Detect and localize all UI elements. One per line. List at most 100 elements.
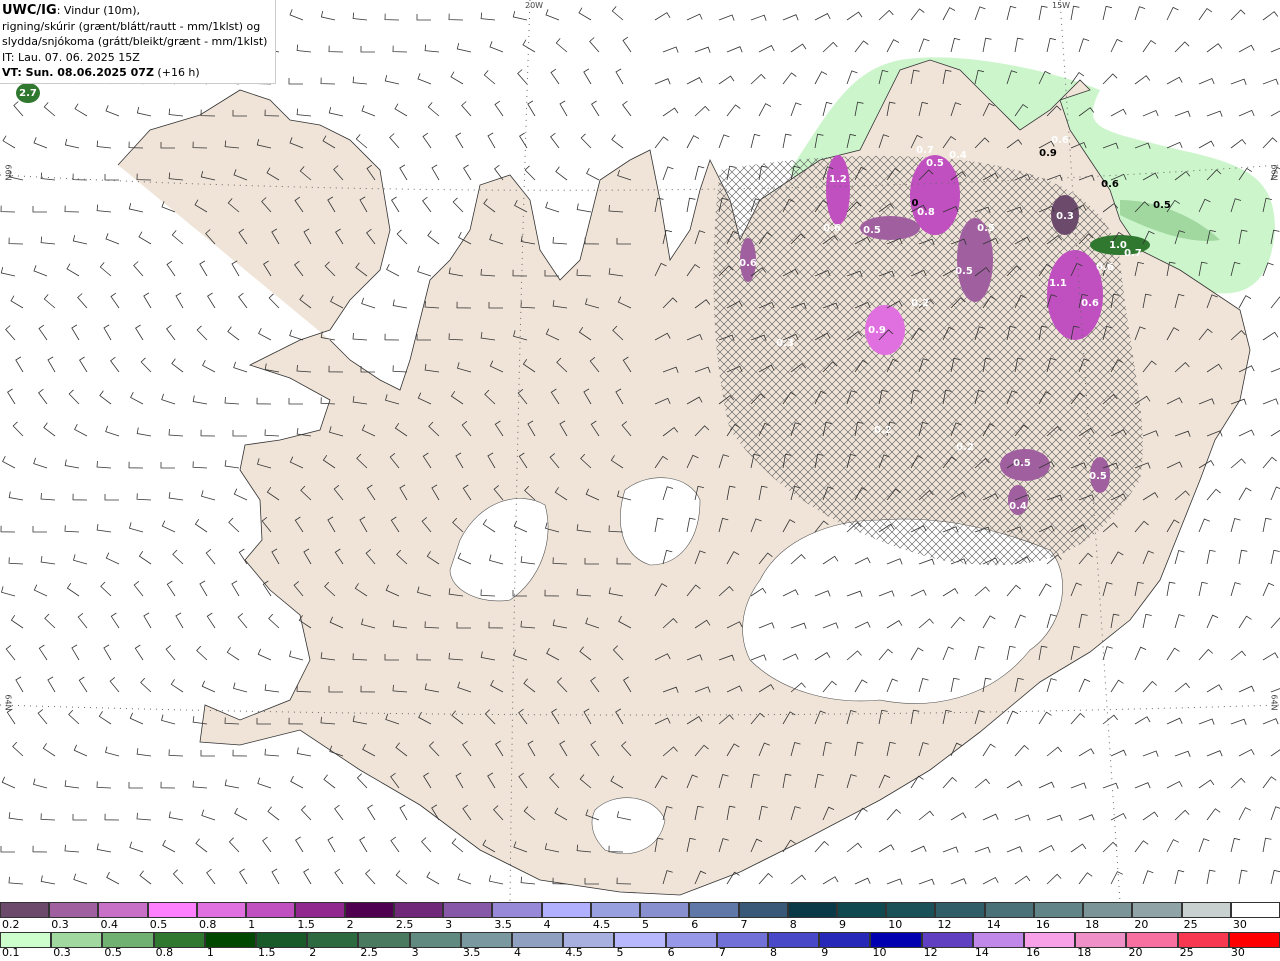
- wind-barb: [1270, 429, 1280, 437]
- wind-barb: [1198, 581, 1208, 597]
- wind-barb: [320, 77, 336, 85]
- wind-barb: [1014, 744, 1030, 757]
- wind-barb: [1078, 814, 1095, 821]
- wind-barb: [258, 328, 272, 341]
- wind-barb: [1198, 77, 1215, 85]
- wind-barb: [43, 102, 56, 117]
- legend-label: 4.5: [592, 918, 611, 931]
- wind-barb: [196, 325, 208, 341]
- wind-barb: [1230, 718, 1247, 725]
- wind-barb: [654, 78, 671, 85]
- precip-value: 0.5: [1089, 471, 1107, 482]
- wind-barb: [162, 839, 176, 853]
- wind-barb: [192, 461, 208, 469]
- wind-barb: [790, 102, 802, 117]
- wind-barb: [361, 297, 376, 309]
- wind-barb: [1166, 839, 1179, 853]
- wind-barb: [950, 812, 967, 821]
- legend-swatch: [886, 902, 936, 918]
- wind-barb: [6, 708, 16, 725]
- wind-barb: [288, 398, 303, 405]
- wind-barb: [686, 13, 703, 21]
- wind-barb: [1270, 47, 1280, 53]
- legend-label: 20: [1128, 946, 1143, 959]
- wind-barb: [136, 812, 152, 821]
- legend-label: 7: [740, 918, 748, 931]
- wind-barb: [257, 648, 272, 661]
- wind-barb: [694, 165, 705, 181]
- wind-barb: [138, 231, 152, 245]
- wind-barb: [758, 872, 774, 885]
- wind-barb: [44, 613, 56, 629]
- wind-barb: [1262, 11, 1279, 21]
- wind-barb: [1046, 678, 1057, 693]
- wind-barb: [160, 462, 175, 469]
- snow-legend-bar: [0, 902, 1280, 918]
- wind-barb: [300, 805, 312, 821]
- wind-barb: [758, 103, 772, 117]
- precip-value: 0.6: [739, 258, 757, 269]
- wind-barb: [1174, 809, 1190, 821]
- precip-value: 0.5: [955, 266, 973, 277]
- wind-barb: [452, 197, 464, 213]
- wind-barb: [77, 293, 88, 309]
- wind-barb: [40, 492, 56, 501]
- wind-barb: [395, 870, 408, 885]
- wind-barb: [494, 164, 504, 181]
- rain-legend-labels: 0.1 0.3 0.5 0.8 1 1.5 2 2.5 3 3.5 4 4.5 5 6 7 8 9 10 12 14 1…: [0, 946, 1280, 961]
- wind-barb: [295, 836, 304, 853]
- wind-barb: [355, 134, 368, 149]
- wind-barb: [12, 421, 24, 437]
- precip-value: 0.5: [863, 225, 881, 236]
- wind-barb: [1038, 781, 1055, 789]
- precip-value: 1.1: [1049, 278, 1067, 289]
- wind-barb: [1230, 650, 1247, 661]
- wind-barb: [846, 11, 863, 21]
- wind-barb: [106, 871, 120, 885]
- wind-barb: [576, 203, 592, 213]
- wind-barb: [1078, 678, 1091, 693]
- wind-barb: [205, 548, 216, 565]
- wind-barb: [1262, 582, 1275, 597]
- wind-barb: [171, 230, 184, 245]
- legend-swatch: [98, 902, 148, 918]
- precip-value: 0.8: [917, 207, 935, 218]
- wind-barb: [1134, 840, 1149, 853]
- wind-barb: [854, 40, 869, 53]
- wind-barb: [256, 397, 272, 405]
- wind-barb: [483, 70, 496, 85]
- wind-barb: [33, 457, 48, 469]
- precip-value: 0.4: [1009, 501, 1027, 512]
- wind-barb: [611, 134, 624, 149]
- wind-barb: [886, 878, 903, 885]
- wind-barb: [1142, 811, 1159, 821]
- wind-barb: [448, 13, 464, 21]
- legend-label: 1.5: [258, 946, 276, 959]
- wind-barb: [8, 557, 24, 565]
- wind-barb: [40, 556, 56, 565]
- wind-barb: [68, 709, 80, 725]
- wind-barb: [64, 459, 80, 469]
- wind-barb: [47, 356, 56, 373]
- wind-barb: [545, 9, 560, 21]
- wind-barb: [1198, 518, 1210, 533]
- wind-barb: [1238, 807, 1251, 821]
- wind-barb: [750, 14, 767, 21]
- wind-barb: [175, 612, 184, 629]
- wind-barb: [399, 164, 408, 181]
- legend-swatch: [935, 902, 985, 918]
- wind-barb: [974, 778, 991, 789]
- weather-map: 2.71.20.70.50.40.6 0.500.80.50.60.50.30.9…: [0, 0, 1280, 902]
- wind-barb: [1110, 679, 1124, 693]
- wind-barb: [1166, 717, 1183, 725]
- wind-barb: [1110, 871, 1123, 885]
- wind-barb: [8, 876, 24, 885]
- wind-barb: [12, 741, 24, 757]
- wind-barb: [71, 324, 80, 341]
- wind-barb: [0, 267, 16, 277]
- wind-barb: [1238, 615, 1252, 629]
- wind-barb: [334, 868, 344, 885]
- wind-barb: [170, 679, 184, 693]
- wind-barb: [1270, 549, 1280, 565]
- wind-barb: [168, 749, 184, 757]
